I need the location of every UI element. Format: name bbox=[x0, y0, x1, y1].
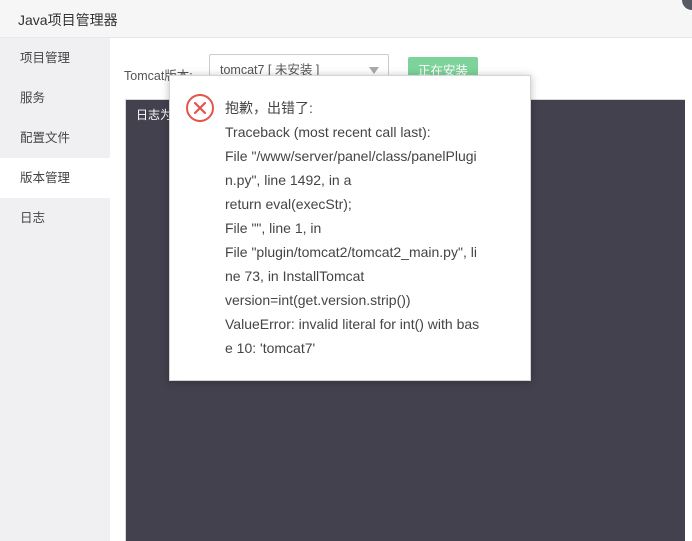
error-line: 抱歉，出错了: bbox=[225, 100, 313, 116]
error-line: File "", line 1, in bbox=[225, 220, 322, 236]
error-line: File "/www/server/panel/class/panelPlugi bbox=[225, 148, 477, 164]
error-line: return eval(execStr); bbox=[225, 196, 352, 212]
error-line: Traceback (most recent call last): bbox=[225, 124, 431, 140]
sidebar-item-service[interactable]: 服务 bbox=[0, 78, 110, 118]
chevron-down-icon bbox=[369, 67, 379, 74]
sidebar-item-log[interactable]: 日志 bbox=[0, 198, 110, 238]
sidebar-item-label: 服务 bbox=[20, 91, 46, 105]
log-text: 日志为 bbox=[136, 108, 173, 122]
sidebar-item-label: 日志 bbox=[20, 211, 46, 225]
sidebar-item-label: 项目管理 bbox=[20, 51, 71, 65]
error-circle-x-icon bbox=[186, 94, 214, 122]
close-icon[interactable] bbox=[682, 0, 692, 10]
sidebar-item-version-management[interactable]: 版本管理 bbox=[0, 158, 110, 198]
error-message: 抱歉，出错了: Traceback (most recent call last… bbox=[225, 96, 515, 360]
error-line: ne 73, in InstallTomcat bbox=[225, 268, 365, 284]
error-dialog: 抱歉，出错了: Traceback (most recent call last… bbox=[169, 75, 531, 381]
error-line: n.py", line 1492, in a bbox=[225, 172, 352, 188]
title-bar: Java项目管理器 bbox=[0, 0, 692, 38]
error-line: File "plugin/tomcat2/tomcat2_main.py", l… bbox=[225, 244, 477, 260]
sidebar-item-config-file[interactable]: 配置文件 bbox=[0, 118, 110, 158]
error-line: ValueError: invalid literal for int() wi… bbox=[225, 316, 480, 332]
app-window: Java项目管理器 项目管理 服务 配置文件 版本管理 日志 Tomcat版本:… bbox=[0, 0, 692, 541]
sidebar: 项目管理 服务 配置文件 版本管理 日志 bbox=[0, 38, 110, 541]
sidebar-item-project-management[interactable]: 项目管理 bbox=[0, 38, 110, 78]
error-line: version=int(get.version.strip()) bbox=[225, 292, 411, 308]
sidebar-item-label: 版本管理 bbox=[20, 171, 71, 185]
window-title: Java项目管理器 bbox=[18, 12, 118, 28]
sidebar-item-label: 配置文件 bbox=[20, 131, 71, 145]
error-line: e 10: 'tomcat7' bbox=[225, 340, 316, 356]
